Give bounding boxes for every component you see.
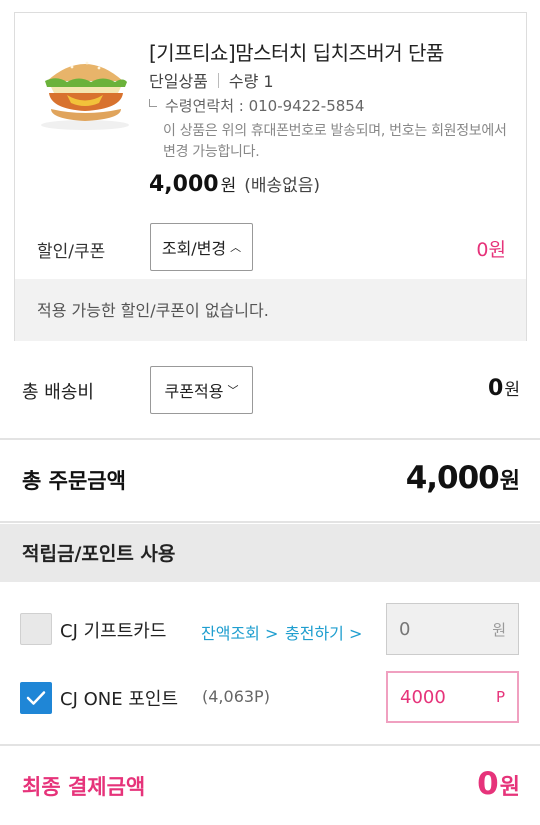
chevron-down-icon: ﹀: [227, 384, 239, 397]
cj-one-amount-unit: P: [495, 688, 505, 706]
final-payment-unit: 원: [499, 775, 520, 800]
total-order-unit: 원: [499, 469, 520, 494]
cj-one-balance: (4,063P): [202, 687, 270, 706]
product-type: 단일상품: [149, 72, 208, 91]
delivery-note: 이 상품은 위의 휴대폰번호로 발송되며, 번호는 회원정보에서 변경 가능합니…: [163, 123, 507, 160]
recipient-contact: 수령연락처 : 010-9422-5854: [149, 95, 364, 116]
coupon-empty-message: 적용 가능한 할인/쿠폰이 없습니다.: [15, 279, 526, 341]
final-payment-value: 0: [477, 766, 499, 802]
checkmark-icon: [26, 691, 46, 705]
total-order-value: 4,000: [405, 460, 500, 496]
branch-icon: [149, 98, 157, 107]
points-section-header: 적립금/포인트 사용: [0, 524, 540, 582]
cj-one-amount-value: 4000: [400, 686, 446, 708]
product-quantity: 수량 1: [228, 72, 274, 91]
recipient-contact-text: 수령연락처 : 010-9422-5854: [165, 97, 365, 115]
product-price: 4,000 원 (배송없음): [149, 171, 320, 197]
shipping-note: (배송없음): [244, 176, 321, 196]
product-card: [기프티쇼]맘스터치 딥치즈버거 단품 단일상품 수량 1 수령연락처 : 01…: [14, 12, 527, 341]
chevron-up-icon: ︿: [230, 241, 242, 254]
meta-divider: [217, 72, 219, 88]
section-divider: [0, 744, 540, 746]
final-payment-amount: 0 원: [477, 766, 520, 802]
cj-one-label: CJ ONE 포인트: [60, 689, 179, 710]
product-price-unit: 원: [220, 176, 237, 196]
section-divider: [0, 438, 540, 440]
cj-one-amount-field[interactable]: 4000 P: [386, 671, 519, 723]
total-order-label: 총 주문금액: [22, 469, 126, 493]
product-price-value: 4,000: [149, 172, 219, 197]
gift-card-amount-field[interactable]: 0 원: [386, 603, 519, 655]
shipping-fee-value: 0: [488, 376, 504, 401]
total-order-amount: 4,000 원: [406, 460, 520, 496]
apply-coupon-button[interactable]: 쿠폰적용 ﹀: [150, 366, 253, 414]
gift-card-label: CJ 기프트카드: [60, 621, 167, 642]
apply-coupon-label: 쿠폰적용: [164, 382, 224, 401]
gift-card-amount-value: 0: [399, 618, 411, 640]
balance-inquiry-link[interactable]: 잔액조회 >: [201, 620, 278, 644]
shipping-fee-unit: 원: [504, 380, 520, 400]
recharge-link[interactable]: 충전하기 >: [285, 620, 362, 644]
final-payment-label: 최종 결제금액: [22, 775, 146, 799]
coupon-lookup-label: 조회/변경: [161, 239, 227, 258]
product-title: [기프티쇼]맘스터치 딥치즈버거 단품: [149, 41, 444, 65]
shipping-fee-amount: 0 원: [488, 375, 520, 401]
coupon-label: 할인/쿠폰: [37, 242, 106, 262]
coupon-lookup-button[interactable]: 조회/변경 ︿: [150, 223, 253, 271]
gift-card-checkbox[interactable]: [20, 613, 52, 645]
gift-card-amount-unit: 원: [492, 620, 506, 639]
coupon-discount-amount: 0원: [476, 239, 506, 261]
cj-one-checkbox[interactable]: [20, 682, 52, 714]
burger-image: [41, 61, 129, 130]
section-divider: [0, 521, 540, 523]
product-meta: 단일상품 수량 1: [149, 68, 274, 92]
shipping-fee-label: 총 배송비: [22, 382, 94, 403]
